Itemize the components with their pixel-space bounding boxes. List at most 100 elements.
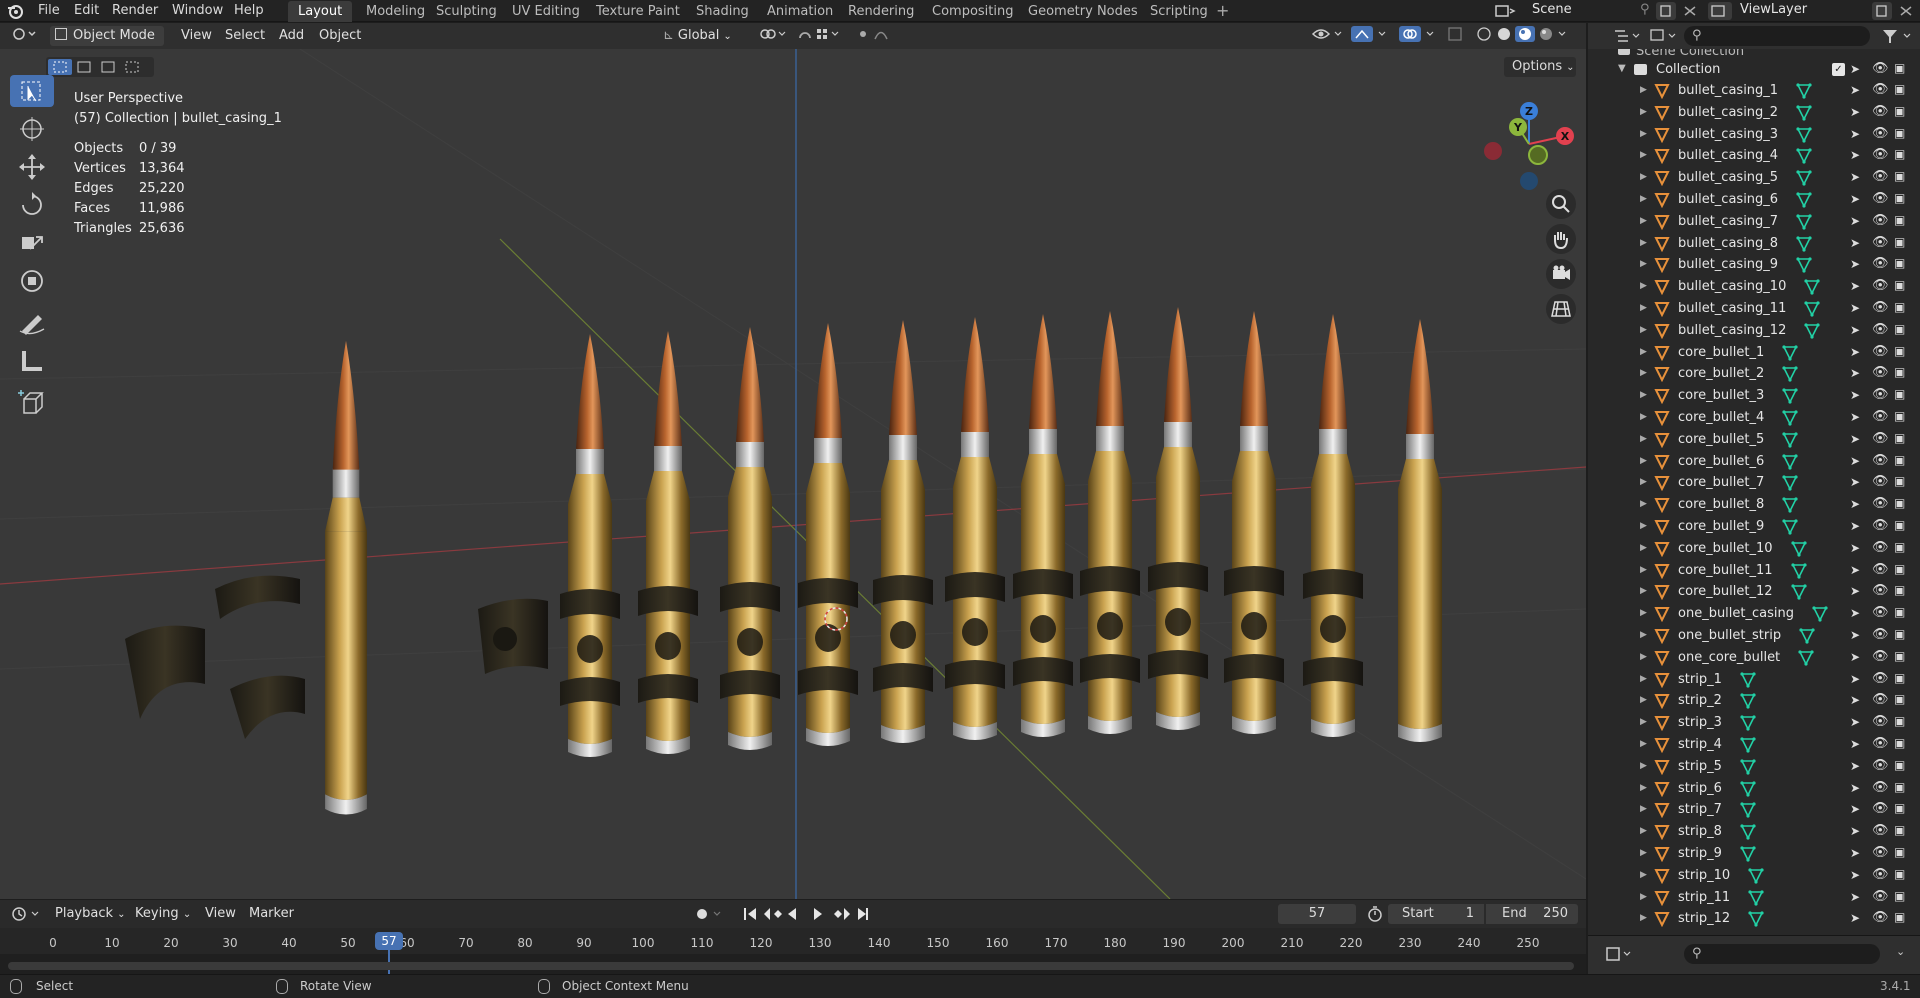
mesh-data-icon[interactable] <box>1799 628 1815 644</box>
outliner-item[interactable]: ▶ strip_2 ➤ 👁 ▣ <box>1588 690 1920 712</box>
menu-object[interactable]: Object <box>314 26 366 46</box>
visibility-eye-icon[interactable]: 👁 <box>1872 322 1889 337</box>
menu-file[interactable]: File <box>32 1 66 21</box>
view-layer-icon[interactable] <box>1708 2 1732 20</box>
tab-sculpting[interactable]: Sculpting <box>426 1 507 22</box>
expand-arrow-icon[interactable]: ▶ <box>1640 477 1647 487</box>
visibility-eye-icon[interactable]: 👁 <box>1872 649 1889 664</box>
render-camera-icon[interactable]: ▣ <box>1894 583 1905 597</box>
scene-name[interactable]: Scene <box>1532 2 1572 17</box>
render-camera-icon[interactable]: ▣ <box>1894 889 1905 903</box>
mesh-data-icon[interactable] <box>1812 606 1828 622</box>
new-view-layer-icon[interactable] <box>1872 2 1892 20</box>
outliner-item[interactable]: ▶ strip_6 ➤ 👁 ▣ <box>1588 778 1920 800</box>
expand-arrow-icon[interactable]: ▶ <box>1640 85 1647 95</box>
outliner-item[interactable]: ▶ bullet_casing_8 ➤ 👁 ▣ <box>1588 233 1920 255</box>
visibility-eye-icon[interactable]: 👁 <box>1872 867 1889 882</box>
mesh-data-icon[interactable] <box>1782 497 1798 513</box>
mode-dropdown[interactable]: Object Mode⌄ <box>50 26 164 61</box>
expand-arrow-icon[interactable]: ▶ <box>1640 848 1647 858</box>
outliner-item[interactable]: ▶ core_bullet_1 ➤ 👁 ▣ <box>1588 342 1920 364</box>
expand-arrow-icon[interactable]: ▶ <box>1640 412 1647 422</box>
blender-logo-icon[interactable] <box>6 2 24 20</box>
mesh-data-icon[interactable] <box>1796 83 1812 99</box>
visibility-eye-icon[interactable]: 👁 <box>1872 213 1889 228</box>
mesh-data-icon[interactable] <box>1748 911 1764 928</box>
render-camera-icon[interactable]: ▣ <box>1894 845 1905 859</box>
visibility-eye-icon[interactable]: 👁 <box>1872 474 1889 489</box>
playback-menu[interactable]: Playback ⌄ <box>50 904 131 924</box>
view-layer-name[interactable]: ViewLayer <box>1740 2 1807 17</box>
visibility-eye-icon[interactable]: 👁 <box>1872 540 1889 555</box>
expand-arrow-icon[interactable]: ▶ <box>1640 695 1647 705</box>
render-camera-icon[interactable]: ▣ <box>1894 605 1905 619</box>
expand-arrow-icon[interactable]: ▶ <box>1640 499 1647 509</box>
selectable-arrow-icon[interactable]: ➤ <box>1850 388 1860 402</box>
render-camera-icon[interactable]: ▣ <box>1894 431 1905 445</box>
visibility-eye-icon[interactable]: 👁 <box>1872 300 1889 315</box>
expand-arrow-icon[interactable]: ▶ <box>1640 129 1647 139</box>
selectable-arrow-icon[interactable]: ➤ <box>1850 323 1860 337</box>
visibility-icon[interactable] <box>1306 26 1346 46</box>
outliner-item[interactable]: ▶ strip_4 ➤ 👁 ▣ <box>1588 734 1920 756</box>
visibility-eye-icon[interactable]: 👁 <box>1872 61 1889 76</box>
outliner-item[interactable]: ▶ bullet_casing_3 ➤ 👁 ▣ <box>1588 124 1920 146</box>
visibility-eye-icon[interactable]: 👁 <box>1872 583 1889 598</box>
outliner-item[interactable]: ▶ bullet_casing_12 ➤ 👁 ▣ <box>1588 320 1920 342</box>
mesh-data-icon[interactable] <box>1782 475 1798 492</box>
outliner-item[interactable]: ▶ core_bullet_7 ➤ 👁 ▣ <box>1588 472 1920 494</box>
keying-menu[interactable]: Keying ⌄ <box>130 904 196 924</box>
mesh-data-icon[interactable] <box>1796 214 1812 230</box>
expand-arrow-icon[interactable]: ▶ <box>1640 216 1647 226</box>
selectable-arrow-icon[interactable]: ➤ <box>1850 715 1860 729</box>
outliner-item[interactable]: ▶ strip_11 ➤ 👁 ▣ <box>1588 887 1920 909</box>
outliner-item[interactable]: ▶ bullet_casing_6 ➤ 👁 ▣ <box>1588 189 1920 211</box>
visibility-eye-icon[interactable]: 👁 <box>1872 801 1889 816</box>
selectable-arrow-icon[interactable]: ➤ <box>1850 737 1860 751</box>
tab-uv-editing[interactable]: UV Editing <box>502 1 590 22</box>
mesh-data-icon[interactable] <box>1804 323 1820 339</box>
expand-arrow-icon[interactable]: ▶ <box>1640 739 1647 749</box>
scene-icon[interactable] <box>1494 2 1516 20</box>
mesh-data-icon[interactable] <box>1782 519 1798 535</box>
selectable-arrow-icon[interactable]: ➤ <box>1850 497 1860 511</box>
outliner-item[interactable]: ▶ bullet_casing_4 ➤ 👁 ▣ <box>1588 145 1920 167</box>
proportional-editing-icon[interactable] <box>850 26 902 46</box>
outliner-item[interactable]: ▶ strip_9 ➤ 👁 ▣ <box>1588 843 1920 865</box>
selectable-arrow-icon[interactable]: ➤ <box>1850 868 1860 882</box>
outliner-item[interactable]: ▶ bullet_casing_5 ➤ 👁 ▣ <box>1588 167 1920 189</box>
selectable-arrow-icon[interactable]: ➤ <box>1850 628 1860 642</box>
render-camera-icon[interactable]: ▣ <box>1894 474 1905 488</box>
visibility-eye-icon[interactable]: 👁 <box>1872 845 1889 860</box>
properties-editor-type-icon[interactable] <box>1604 944 1634 964</box>
outliner-item[interactable]: ▶ one_bullet_strip ➤ 👁 ▣ <box>1588 625 1920 647</box>
mesh-data-icon[interactable] <box>1796 170 1812 186</box>
expand-arrow-icon[interactable]: ▶ <box>1640 150 1647 160</box>
selectable-arrow-icon[interactable]: ➤ <box>1850 584 1860 598</box>
mesh-data-icon[interactable] <box>1782 344 1798 361</box>
render-camera-icon[interactable]: ▣ <box>1894 344 1905 358</box>
delete-view-layer-icon[interactable] <box>1896 2 1916 20</box>
tab-animation[interactable]: Animation <box>757 1 843 22</box>
outliner-item[interactable]: ▶ bullet_casing_9 ➤ 👁 ▣ <box>1588 254 1920 276</box>
expand-arrow-icon[interactable]: ▶ <box>1640 608 1647 618</box>
selectable-arrow-icon[interactable]: ➤ <box>1850 279 1860 293</box>
annotate-tool[interactable] <box>10 307 54 339</box>
mesh-data-icon[interactable] <box>1796 105 1812 121</box>
selectable-arrow-icon[interactable]: ➤ <box>1850 83 1860 97</box>
selectable-arrow-icon[interactable]: ➤ <box>1850 170 1860 184</box>
outliner-editor-type-icon[interactable] <box>1612 27 1642 45</box>
render-camera-icon[interactable]: ▣ <box>1894 147 1905 161</box>
visibility-eye-icon[interactable]: 👁 <box>1872 169 1889 184</box>
mesh-data-icon[interactable] <box>1796 126 1812 143</box>
expand-arrow-icon[interactable]: ▶ <box>1640 107 1647 117</box>
gizmo-toggle-icon[interactable] <box>1346 26 1390 46</box>
render-camera-icon[interactable]: ▣ <box>1894 256 1905 270</box>
visibility-eye-icon[interactable]: 👁 <box>1872 147 1889 162</box>
expand-arrow-icon[interactable]: ▶ <box>1640 521 1647 531</box>
selectable-arrow-icon[interactable]: ➤ <box>1850 366 1860 380</box>
visibility-eye-icon[interactable]: 👁 <box>1872 409 1889 424</box>
mesh-data-icon[interactable] <box>1740 671 1756 688</box>
expand-arrow-icon[interactable]: ▶ <box>1640 434 1647 444</box>
visibility-eye-icon[interactable]: 👁 <box>1872 365 1889 380</box>
